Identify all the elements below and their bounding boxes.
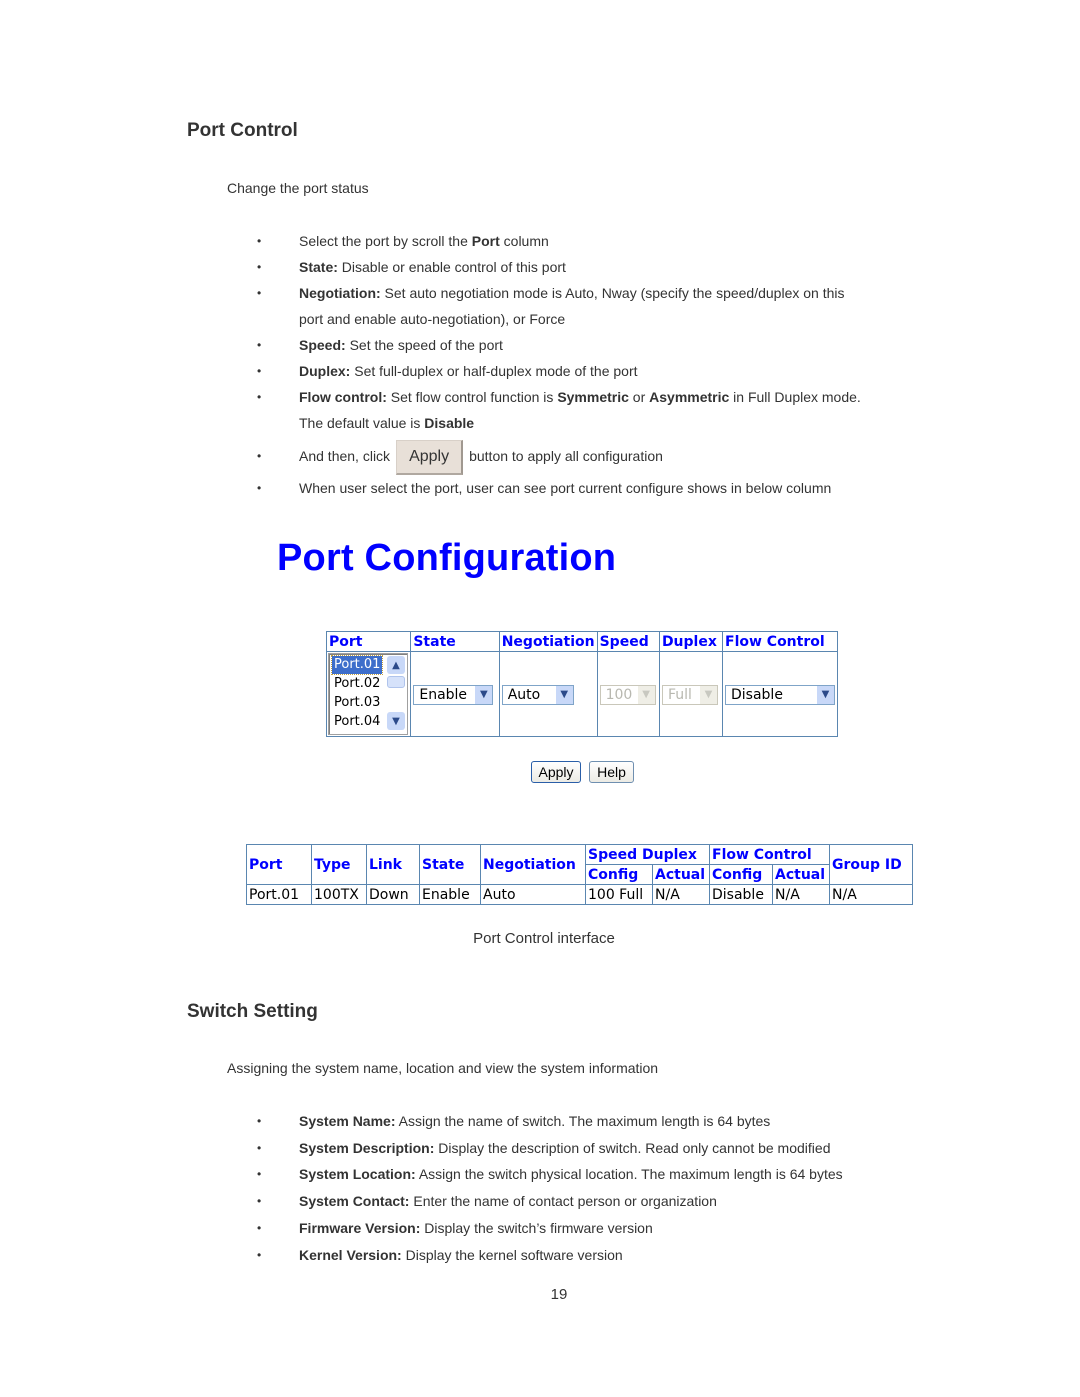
header-duplex: Duplex (658, 631, 724, 652)
switch-setting-bullets: • System Name: Assign the name of switch.… (241, 1108, 941, 1268)
scroll-down-icon[interactable]: ▼ (387, 712, 405, 730)
port-control-intro: Change the port status (227, 180, 369, 196)
apply-button-illustration: Apply (396, 439, 464, 475)
chevron-down-icon: ▼ (816, 685, 834, 704)
state-select[interactable]: Enable ▼ (413, 684, 494, 705)
port-list-scrollbar[interactable]: ▲ ▼ (387, 656, 405, 732)
port-listbox[interactable]: Port.01 Port.02 Port.03 Port.04 ▲ ▼ (328, 653, 408, 735)
list-item: • System Contact: Enter the name of conta… (257, 1193, 717, 1210)
cell-sd-actual: N/A (652, 884, 710, 905)
chevron-down-icon: ▼ (554, 685, 573, 704)
cell-group-id: N/A (829, 884, 913, 905)
header-fc-actual: Actual (772, 864, 830, 885)
header-negotiation: Negotiation (480, 844, 586, 885)
chevron-down-icon: ▼ (474, 685, 493, 704)
list-item: • Select the port by scroll the Port colu… (257, 233, 549, 249)
list-item: • Speed: Set the speed of the port (257, 337, 503, 353)
header-sd-actual: Actual (652, 864, 710, 885)
help-button[interactable]: Help (589, 761, 634, 783)
cell-state: Enable (419, 884, 481, 905)
header-port: Port (246, 844, 312, 885)
header-state: State (410, 631, 500, 652)
port-option[interactable]: Port.01 (330, 655, 384, 675)
list-item: • System Name: Assign the name of switch.… (257, 1113, 771, 1129)
cell-type: 100TX (311, 884, 367, 905)
list-item: • Duplex: Set full-duplex or half-duplex … (257, 363, 638, 379)
scroll-up-icon[interactable]: ▲ (387, 656, 405, 674)
list-item: • System Description: Display the descrip… (257, 1139, 831, 1156)
list-item: • Kernel Version: Display the kernel soft… (257, 1246, 623, 1263)
flow-control-select[interactable]: Disable ▼ (725, 684, 835, 705)
header-speed-duplex: Speed Duplex (585, 844, 710, 865)
header-state: State (419, 844, 481, 885)
port-control-bullets: • Select the port by scroll the Port colu… (241, 228, 941, 501)
header-speed: Speed (596, 631, 660, 652)
figure-caption: Port Control interface (473, 930, 615, 947)
apply-button[interactable]: Apply (531, 761, 581, 783)
header-flow-control: Flow Control (709, 844, 830, 865)
cell-port: Port.01 (246, 884, 312, 905)
port-option[interactable]: Port.02 (332, 675, 382, 693)
port-option[interactable]: Port.04 (332, 713, 382, 731)
list-item: • State: Disable or enable control of thi… (257, 259, 566, 275)
chevron-down-icon: ▼ (636, 685, 655, 704)
table-row: Port.01 100TX Down Enable Auto 100 Full … (246, 884, 913, 905)
header-link: Link (366, 844, 420, 885)
cell-fc-config: Disable (709, 884, 773, 905)
port-status-table: Port Type Link State Negotiation Speed D… (246, 844, 913, 905)
negotiation-select[interactable]: Auto ▼ (501, 684, 574, 705)
port-configuration-title: Port Configuration (277, 537, 617, 579)
scroll-thumb[interactable] (387, 676, 405, 688)
duplex-select: Full ▼ (661, 684, 718, 705)
header-flow-control: Flow Control (722, 631, 838, 652)
cell-negotiation: Auto (480, 884, 586, 905)
chevron-down-icon: ▼ (698, 685, 717, 704)
page-number: 19 (550, 1286, 568, 1303)
list-item: • Flow control: Set flow control function… (257, 389, 861, 431)
cell-sd-config: 100 Full (585, 884, 653, 905)
header-group-id: Group ID (829, 844, 913, 885)
header-port: Port (325, 631, 412, 652)
section-heading-port-control: Port Control (187, 120, 298, 141)
list-item: • Negotiation: Set auto negotiation mode … (257, 285, 845, 327)
port-option[interactable]: Port.03 (332, 694, 382, 712)
switch-setting-intro: Assigning the system name, location and … (227, 1060, 659, 1076)
list-item: • When user select the port, user can see… (257, 479, 832, 496)
list-item: • Firmware Version: Display the switch’s … (257, 1219, 653, 1236)
speed-select: 100 ▼ (599, 684, 656, 705)
header-negotiation: Negotiation (498, 631, 598, 652)
port-configuration-table: Port State Negotiation Speed Duplex Flow… (325, 631, 838, 737)
cell-link: Down (366, 884, 420, 905)
section-heading-switch-setting: Switch Setting (187, 1001, 318, 1022)
cell-fc-actual: N/A (772, 884, 830, 905)
header-type: Type (311, 844, 367, 885)
header-sd-config: Config (585, 864, 653, 885)
list-item: • And then, click Apply button to apply all… (241, 438, 941, 475)
header-fc-config: Config (709, 864, 773, 885)
list-item: • System Location: Assign the switch phys… (257, 1166, 843, 1183)
